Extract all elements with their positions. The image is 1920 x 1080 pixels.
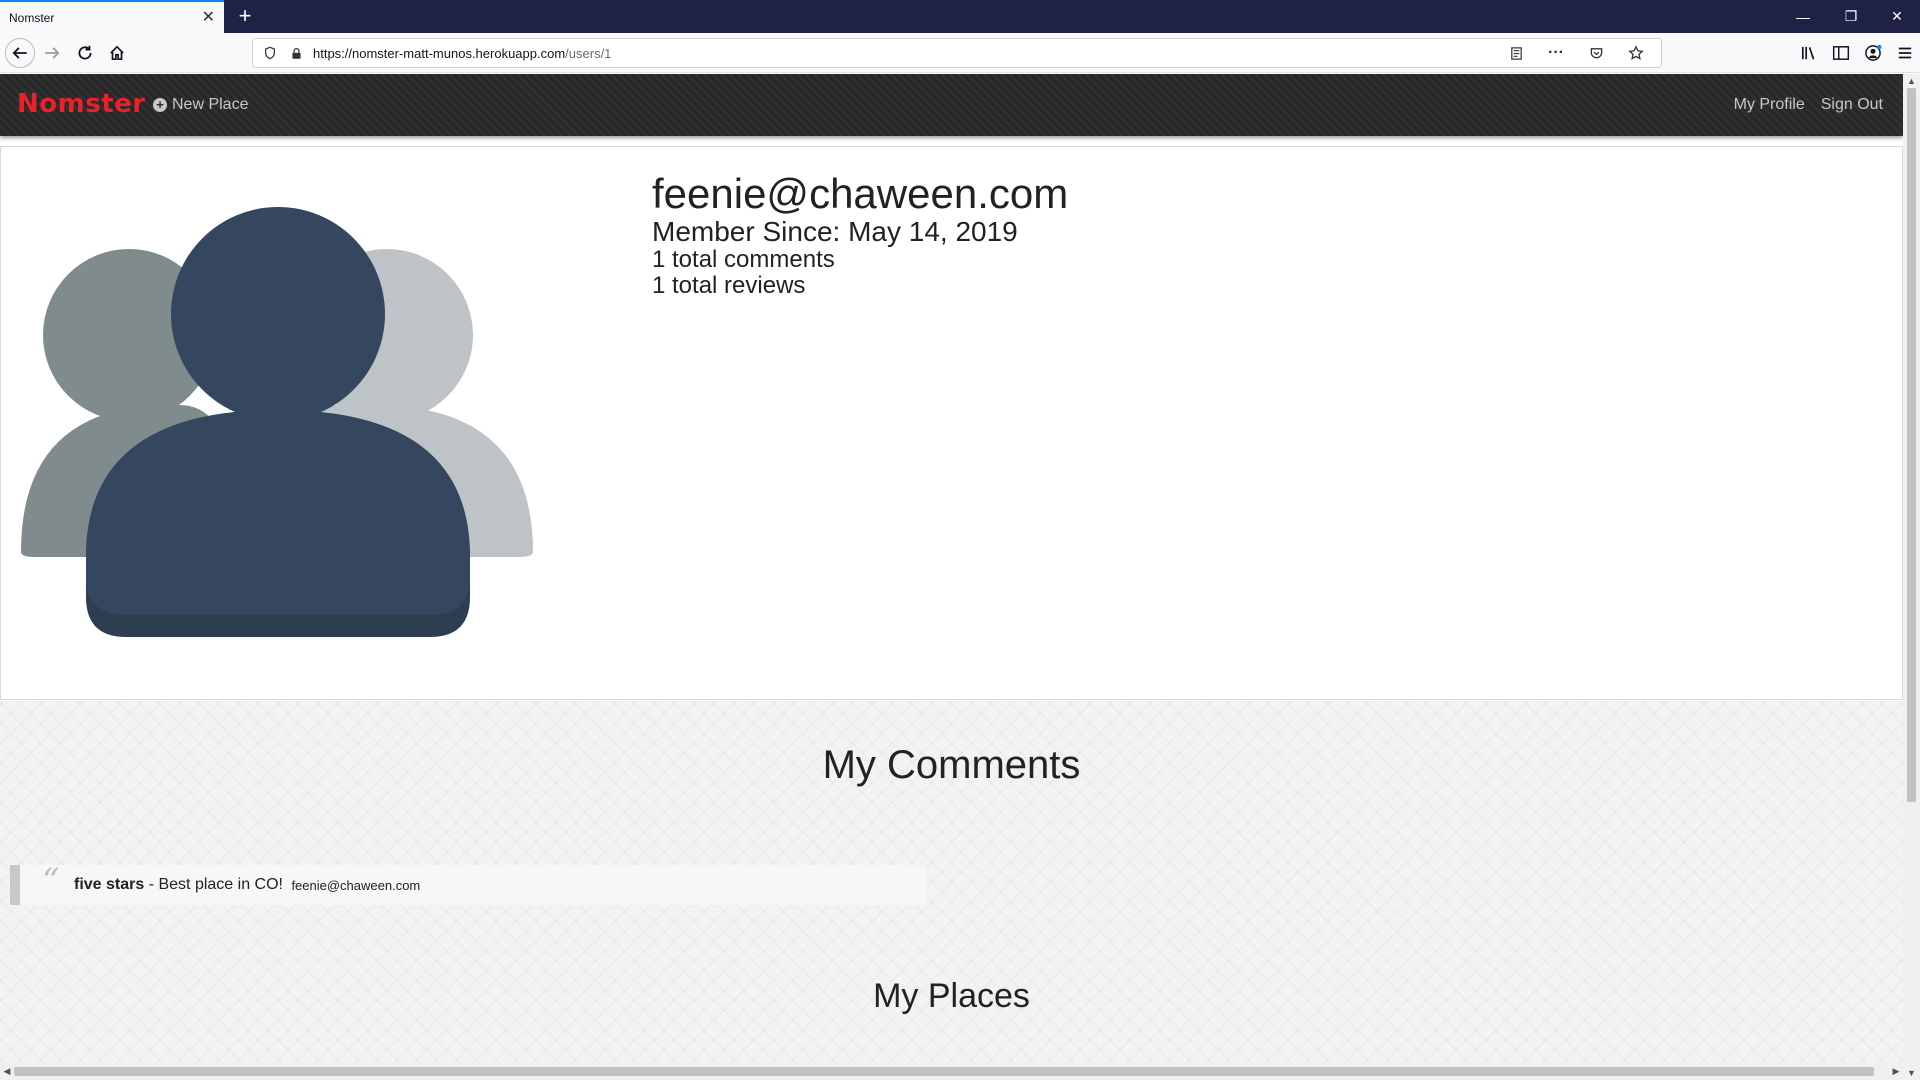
- new-place-label: New Place: [172, 96, 249, 113]
- sign-out-link[interactable]: Sign Out: [1821, 96, 1883, 114]
- site-navbar: Nomster + New Place My Profile Sign Out: [0, 74, 1903, 136]
- horizontal-scrollbar[interactable]: ◀ ▶: [0, 1063, 1903, 1080]
- vertical-scrollbar[interactable]: ▲ ▼: [1903, 74, 1920, 1080]
- my-comments-heading: My Comments: [822, 743, 1081, 787]
- reader-view-icon[interactable]: [1505, 42, 1527, 64]
- comment-author: feenie@chaween.com: [291, 877, 421, 893]
- scroll-down-icon[interactable]: ▼: [1903, 1066, 1920, 1080]
- menu-icon[interactable]: [1890, 38, 1920, 68]
- tab-close-icon[interactable]: ✕: [202, 9, 215, 26]
- horizontal-scroll-thumb[interactable]: [14, 1067, 1874, 1076]
- comment-rating: five stars: [74, 876, 145, 893]
- quote-icon: “: [42, 861, 60, 901]
- browser-toolbar: https://nomster-matt-munos.herokuapp.com…: [0, 33, 1920, 73]
- my-places-heading: My Places: [873, 977, 1030, 1015]
- library-icon[interactable]: [1794, 38, 1824, 68]
- url-host: https://nomster-matt-munos.herokuapp.com: [313, 45, 566, 61]
- forward-icon[interactable]: [37, 38, 67, 68]
- url-text: https://nomster-matt-munos.herokuapp.com…: [313, 46, 611, 61]
- browser-tab-bar: Nomster ✕ + — ❐ ✕: [0, 0, 1920, 33]
- scroll-right-icon[interactable]: ▶: [1889, 1063, 1903, 1080]
- page-content: Nomster + New Place My Profile Sign Out …: [0, 74, 1903, 1080]
- bookmark-star-icon[interactable]: [1625, 42, 1647, 64]
- account-icon[interactable]: [1858, 38, 1888, 68]
- total-reviews: 1 total reviews: [652, 272, 806, 299]
- home-icon[interactable]: [102, 38, 132, 68]
- url-bar[interactable]: https://nomster-matt-munos.herokuapp.com…: [252, 38, 1662, 68]
- reload-icon[interactable]: [70, 38, 100, 68]
- close-window-icon[interactable]: ✕: [1874, 0, 1920, 33]
- browser-tab[interactable]: Nomster ✕: [0, 0, 224, 33]
- url-path: /users/1: [565, 45, 612, 61]
- profile-email: feenie@chaween.com: [652, 170, 1069, 217]
- sidebar-icon[interactable]: [1826, 38, 1856, 68]
- plus-circle-icon: +: [153, 98, 167, 112]
- minimize-icon[interactable]: —: [1780, 0, 1826, 33]
- member-since: Member Since: May 14, 2019: [652, 216, 1018, 247]
- profile-info: feenie@chaween.com Member Since: May 14,…: [652, 171, 1068, 299]
- users-avatar-icon: [21, 207, 533, 637]
- site-nav-right: My Profile Sign Out: [1734, 96, 1883, 114]
- page-actions-icon[interactable]: ···: [1545, 42, 1567, 64]
- brand-logo[interactable]: Nomster: [17, 89, 146, 119]
- lock-icon[interactable]: [287, 44, 305, 62]
- my-profile-link[interactable]: My Profile: [1734, 96, 1805, 114]
- shield-icon[interactable]: [261, 44, 279, 62]
- new-tab-icon[interactable]: +: [232, 4, 258, 30]
- comment-blockquote: “ five stars - Best place in CO! feenie@…: [10, 861, 926, 905]
- restore-icon[interactable]: ❐: [1828, 0, 1874, 33]
- profile-card: feenie@chaween.com Member Since: May 14,…: [0, 146, 1903, 700]
- total-comments: 1 total comments: [652, 246, 835, 273]
- comment-text: - Best place in CO!: [144, 876, 288, 893]
- tab-title: Nomster: [9, 10, 55, 25]
- new-place-link[interactable]: + New Place: [153, 96, 248, 114]
- scroll-left-icon[interactable]: ◀: [0, 1063, 14, 1080]
- pocket-icon[interactable]: [1585, 42, 1607, 64]
- back-icon[interactable]: [5, 38, 35, 68]
- vertical-scroll-thumb[interactable]: [1907, 88, 1916, 802]
- activity-section: My Comments “ five stars - Best place in…: [0, 701, 1903, 1080]
- scroll-up-icon[interactable]: ▲: [1903, 74, 1920, 88]
